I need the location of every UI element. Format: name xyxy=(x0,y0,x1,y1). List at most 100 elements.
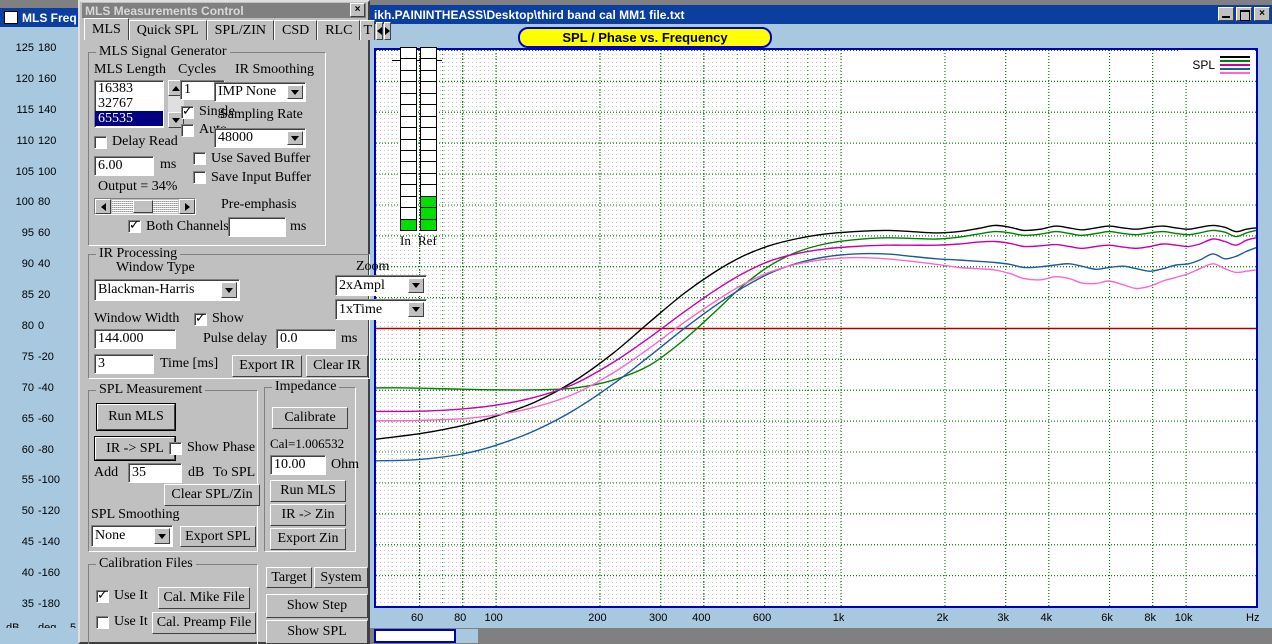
export-ir-button[interactable]: Export IR xyxy=(232,355,302,377)
minimize-button[interactable] xyxy=(1218,7,1234,21)
slider-increase-button[interactable] xyxy=(179,199,195,214)
y-tick-db-35: 35 xyxy=(22,598,34,610)
tab-quick-spl-label: Quick SPL xyxy=(137,23,199,39)
horizontal-scrollbar-thumb[interactable] xyxy=(374,629,456,643)
tab-rlc[interactable]: RLC xyxy=(317,20,360,40)
spl-smoothing-dropdown-button[interactable] xyxy=(154,528,170,544)
tab-t[interactable]: T xyxy=(360,20,375,40)
y-tick-db-120: 120 xyxy=(16,73,34,85)
output-slider[interactable] xyxy=(94,198,196,215)
dialog-close-button[interactable]: × xyxy=(350,3,365,17)
meter-in-label: In xyxy=(400,233,411,249)
clear-ir-button[interactable]: Clear IR xyxy=(306,355,368,377)
y-tick-db-55: 55 xyxy=(22,474,34,486)
chart-title: SPL / Phase vs. Frequency xyxy=(518,27,772,48)
run-mls-impedance-button[interactable]: Run MLS xyxy=(270,480,346,502)
export-zin-button[interactable]: Export Zin xyxy=(270,528,346,550)
slider-thumb[interactable] xyxy=(133,200,153,213)
use-it-preamp-checkbox[interactable] xyxy=(96,616,109,629)
close-button[interactable]: × xyxy=(1254,7,1270,21)
system-menu-icon[interactable] xyxy=(4,11,18,24)
mls-length-option-0[interactable]: 16383 xyxy=(95,81,163,96)
curve-trace-magenta xyxy=(376,238,1256,412)
meter-segment xyxy=(400,184,417,195)
zoom-time-dropdown-button[interactable] xyxy=(408,302,424,317)
show-spl-button[interactable]: Show SPL xyxy=(266,620,368,644)
db-label: dB xyxy=(188,465,204,481)
auto-checkbox[interactable] xyxy=(181,124,194,137)
dialog-title-text: MLS Measurements Control xyxy=(85,4,244,18)
system-button[interactable]: System xyxy=(314,567,368,588)
tab-scroll-right-button[interactable] xyxy=(384,22,391,40)
x-tick-100: 100 xyxy=(484,612,502,624)
show-checkbox[interactable] xyxy=(194,313,207,326)
save-input-buffer-checkbox[interactable] xyxy=(193,171,206,184)
show-step-button[interactable]: Show Step xyxy=(266,594,368,618)
y-tick-deg-180: 180 xyxy=(38,42,56,54)
tab-mls[interactable]: MLS xyxy=(84,18,129,40)
pre-emphasis-field[interactable] xyxy=(228,217,286,237)
meter-segment xyxy=(400,196,417,207)
sampling-rate-combo[interactable]: 48000 xyxy=(214,128,306,148)
clear-spl-zin-button[interactable]: Clear SPL/Zin xyxy=(164,484,260,506)
use-it-preamp-label: Use It xyxy=(114,614,148,630)
mls-length-listbox[interactable]: 16383 32767 65535 xyxy=(94,80,164,128)
both-channels-checkbox[interactable] xyxy=(128,220,141,233)
cal-preamp-file-button[interactable]: Cal. Preamp File xyxy=(152,612,256,634)
pulse-delay-field[interactable]: 0.0 xyxy=(276,329,336,349)
calibrate-button[interactable]: Calibrate xyxy=(272,407,348,429)
spl-smoothing-combo[interactable]: None xyxy=(91,525,173,547)
window-width-field[interactable]: 144.000 xyxy=(94,329,176,349)
mls-length-option-1[interactable]: 32767 xyxy=(95,96,163,111)
ir-smoothing-dropdown-button[interactable] xyxy=(287,85,303,99)
chevron-down-icon xyxy=(412,283,420,288)
target-button[interactable]: Target xyxy=(266,567,312,588)
single-checkbox[interactable] xyxy=(181,106,194,119)
ir-smoothing-combo[interactable]: IMP None xyxy=(214,82,306,102)
chevron-down-icon xyxy=(412,307,420,312)
ohm-field[interactable]: 10.00 xyxy=(270,455,326,475)
zoom-ampl-combo[interactable]: 2xAmpl xyxy=(335,275,427,296)
spl-window-title-text: ikh.PAININTHEASS\Desktop\third band cal … xyxy=(374,8,684,22)
add-db-field[interactable]: 35 xyxy=(128,463,182,483)
cal-mike-file-button[interactable]: Cal. Mike File xyxy=(158,587,250,609)
meter-segment xyxy=(420,161,437,172)
dialog-titlebar[interactable]: MLS Measurements Control xyxy=(82,3,366,18)
scrollbar-secondary-region[interactable] xyxy=(456,629,478,643)
chart-curves xyxy=(376,50,1256,606)
ir-to-spl-button[interactable]: IR -> SPL xyxy=(95,437,175,460)
ir-to-zin-button[interactable]: IR -> Zin xyxy=(270,504,346,526)
mls-length-option-2[interactable]: 65535 xyxy=(95,111,163,126)
meter-segment xyxy=(400,116,417,127)
chevron-left-icon xyxy=(101,203,106,211)
sampling-rate-dropdown-button[interactable] xyxy=(287,131,303,145)
window-type-combo[interactable]: Blackman-Harris xyxy=(94,279,240,301)
window-type-dropdown-button[interactable] xyxy=(221,282,237,298)
y-tick-db-60: 60 xyxy=(22,444,34,456)
zoom-time-combo[interactable]: 1xTime xyxy=(335,299,427,320)
use-it-mike-checkbox[interactable] xyxy=(96,590,109,603)
tab-quick-spl[interactable]: Quick SPL xyxy=(129,20,207,40)
tab-scroll-left-button[interactable] xyxy=(376,22,383,40)
impedance-legend: Impedance xyxy=(272,379,339,395)
pre-emphasis-label: Pre-emphasis xyxy=(221,197,296,213)
x-tick-1k: 1k xyxy=(833,612,845,624)
curve-trace-blue xyxy=(376,248,1256,461)
meter-segment xyxy=(400,150,417,161)
delay-read-checkbox[interactable] xyxy=(94,136,107,149)
time-field[interactable]: 3 xyxy=(94,354,154,374)
chevron-down-icon xyxy=(291,90,299,95)
use-saved-buffer-checkbox[interactable] xyxy=(193,152,206,165)
maximize-button[interactable] xyxy=(1236,7,1252,21)
tab-csd[interactable]: CSD xyxy=(274,20,317,40)
chart-canvas xyxy=(376,50,1256,606)
run-mls-spl-button[interactable]: Run MLS xyxy=(97,404,175,430)
spl-window-titlebar[interactable]: ikh.PAININTHEASS\Desktop\third band cal … xyxy=(370,5,1272,24)
show-phase-checkbox[interactable] xyxy=(169,442,182,455)
slider-decrease-button[interactable] xyxy=(95,199,111,214)
zoom-ampl-dropdown-button[interactable] xyxy=(408,278,424,293)
export-spl-button[interactable]: Export SPL xyxy=(180,526,256,547)
delay-value-field[interactable]: 6.00 xyxy=(94,156,154,176)
chart-plot-area[interactable]: SPL xyxy=(374,48,1258,608)
tab-spl-zin[interactable]: SPL/ZIN xyxy=(207,20,274,40)
